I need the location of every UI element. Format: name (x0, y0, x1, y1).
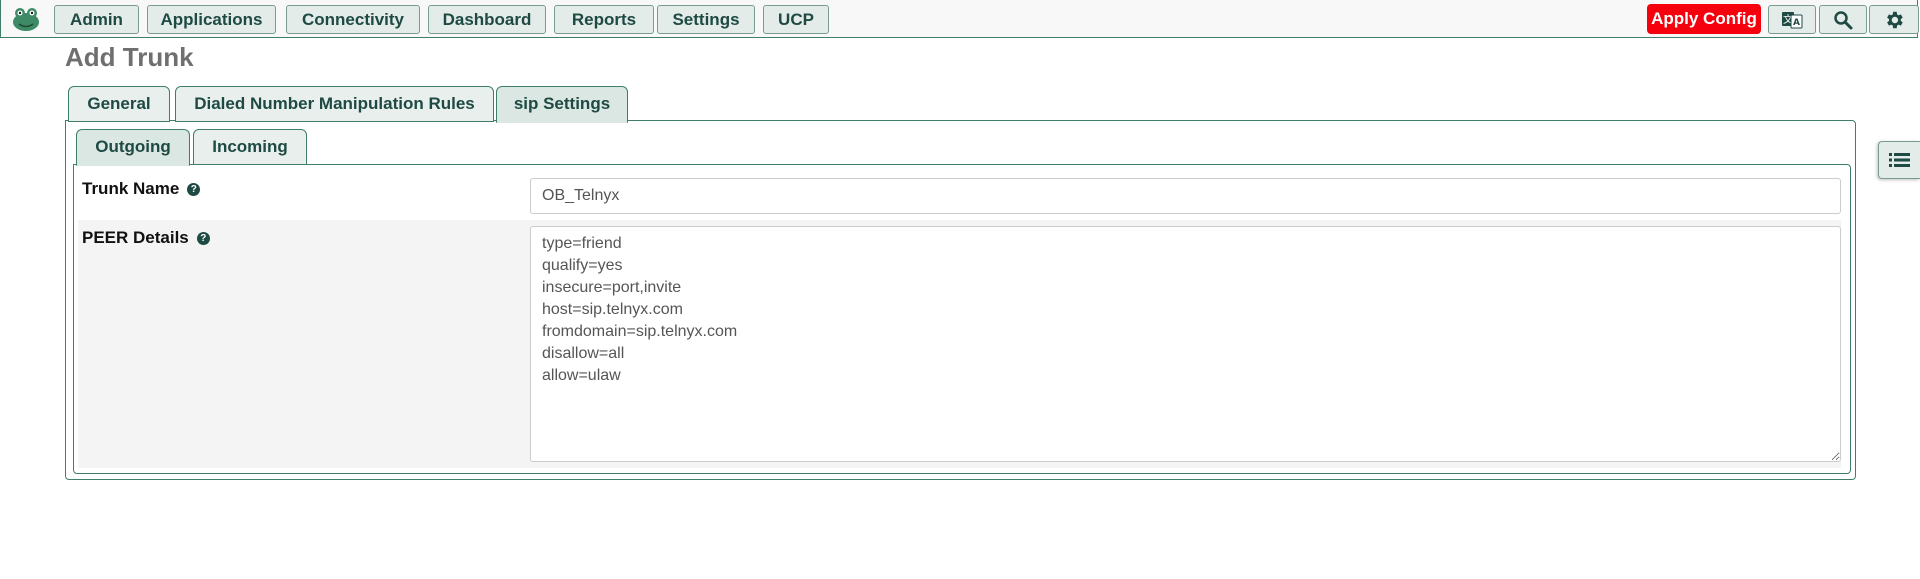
search-icon[interactable] (1819, 5, 1867, 34)
page-title: Add Trunk (65, 42, 194, 72)
tab-general[interactable]: General (68, 86, 170, 122)
help-icon[interactable]: ? (187, 183, 201, 197)
nav-ucp[interactable]: UCP (763, 5, 829, 34)
peer-details-textarea[interactable]: type=friend qualify=yes insecure=port,in… (530, 226, 1841, 462)
freepbx-logo-icon[interactable] (11, 5, 41, 33)
peer-details-label: PEER Details? (82, 228, 210, 248)
trunk-name-label: Trunk Name? (82, 179, 201, 199)
translate-icon[interactable]: 文 A (1768, 5, 1816, 34)
trunk-name-input[interactable] (530, 178, 1841, 214)
subtab-outgoing[interactable]: Outgoing (76, 129, 190, 166)
nav-applications[interactable]: Applications (147, 5, 276, 34)
nav-connectivity[interactable]: Connectivity (286, 5, 420, 34)
apply-config-button[interactable]: Apply Config (1647, 4, 1761, 34)
nav-reports[interactable]: Reports (554, 5, 654, 34)
list-icon[interactable] (1878, 141, 1920, 179)
top-navbar: Admin Applications Connectivity Dashboar… (0, 0, 1919, 38)
help-icon[interactable]: ? (196, 232, 210, 246)
nav-dashboard[interactable]: Dashboard (428, 5, 546, 34)
nav-admin[interactable]: Admin (54, 5, 139, 34)
tab-sip-settings[interactable]: sip Settings (496, 86, 628, 123)
trunk-name-label-text: Trunk Name (82, 179, 180, 198)
gear-icon[interactable] (1869, 5, 1919, 34)
tab-dialed-number-manipulation-rules[interactable]: Dialed Number Manipulation Rules (175, 86, 494, 122)
peer-details-label-text: PEER Details (82, 228, 189, 247)
subtab-incoming[interactable]: Incoming (193, 129, 307, 165)
svg-text:A: A (1793, 18, 1800, 28)
nav-settings[interactable]: Settings (657, 5, 755, 34)
